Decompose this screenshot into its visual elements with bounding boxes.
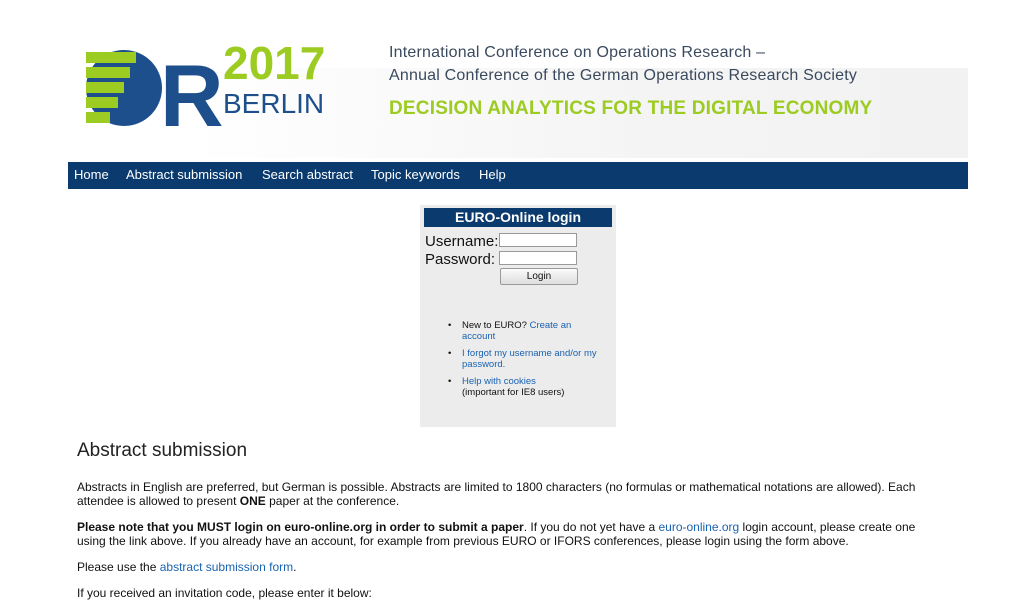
nav-topic-keywords[interactable]: Topic keywords — [371, 167, 460, 182]
conference-title-line2: Annual Conference of the German Operatio… — [389, 67, 858, 84]
nav-abstract-submission[interactable]: Abstract submission — [126, 167, 242, 182]
paragraph-abstract-rules: Abstracts in English are preferred, but … — [77, 480, 937, 508]
euro-online-link[interactable]: euro-online.org — [658, 520, 739, 534]
main-navbar: Home Abstract submission Search abstract… — [68, 162, 968, 189]
paragraph-submission-form: Please use the abstract submission form. — [77, 560, 937, 574]
conference-banner: R 2017 BERLIN International Conference o… — [68, 28, 968, 160]
abstract-submission-form-link[interactable]: abstract submission form — [160, 560, 293, 574]
bullet-icon: • — [448, 348, 452, 359]
password-input[interactable] — [499, 251, 577, 265]
logo-stripe — [86, 97, 118, 108]
login-panel: EURO-Online login Username: Password: Lo… — [420, 205, 616, 427]
p3-text: Please use the — [77, 560, 160, 574]
conference-title-line1: International Conference on Operations R… — [389, 44, 766, 61]
p1-tail: paper at the conference. — [265, 494, 400, 508]
bullet-icon: • — [448, 320, 452, 331]
logo-city: BERLIN — [223, 88, 325, 119]
login-button[interactable]: Login — [500, 268, 578, 285]
logo-r-letter: R — [160, 46, 224, 138]
cookies-help-link[interactable]: Help with cookies — [462, 376, 536, 387]
logo-year: 2017 — [223, 37, 326, 89]
forgot-credentials-link[interactable]: I forgot my username and/or my password. — [462, 348, 597, 370]
p2-bold: Please note that you MUST login on euro-… — [77, 520, 524, 534]
main-content: Abstract submission Abstracts in English… — [77, 440, 937, 600]
p1-text: Abstracts in English are preferred, but … — [77, 480, 916, 508]
bullet-icon: • — [448, 376, 452, 387]
list-item: • New to EURO? Create an account — [448, 320, 602, 342]
new-user-text: New to EURO? — [462, 320, 527, 331]
login-title: EURO-Online login — [424, 208, 612, 227]
p1-bold: ONE — [239, 494, 266, 508]
nav-help[interactable]: Help — [479, 167, 506, 182]
nav-search-abstract[interactable]: Search abstract — [262, 167, 353, 182]
p2-text: . If you do not yet have a — [523, 520, 659, 534]
logo-stripe — [86, 52, 136, 63]
login-help-links: • New to EURO? Create an account • I for… — [448, 320, 602, 404]
password-label: Password: — [425, 251, 496, 268]
username-input[interactable] — [499, 233, 577, 247]
logo-stripe — [86, 112, 110, 123]
conference-tagline: DECISION ANALYTICS FOR THE DIGITAL ECONO… — [389, 98, 873, 119]
paragraph-login-notice: Please note that you MUST login on euro-… — [77, 520, 937, 548]
logo-stripe — [86, 67, 130, 78]
list-item: • I forgot my username and/or my passwor… — [448, 348, 602, 370]
nav-home[interactable]: Home — [74, 167, 109, 182]
page-title: Abstract submission — [77, 440, 248, 461]
list-item: • Help with cookies (important for IE8 u… — [448, 376, 602, 398]
username-label: Username: — [425, 233, 499, 250]
logo-stripe — [86, 82, 124, 93]
p3-tail: . — [293, 560, 297, 574]
cookies-note: (important for IE8 users) — [462, 387, 565, 398]
